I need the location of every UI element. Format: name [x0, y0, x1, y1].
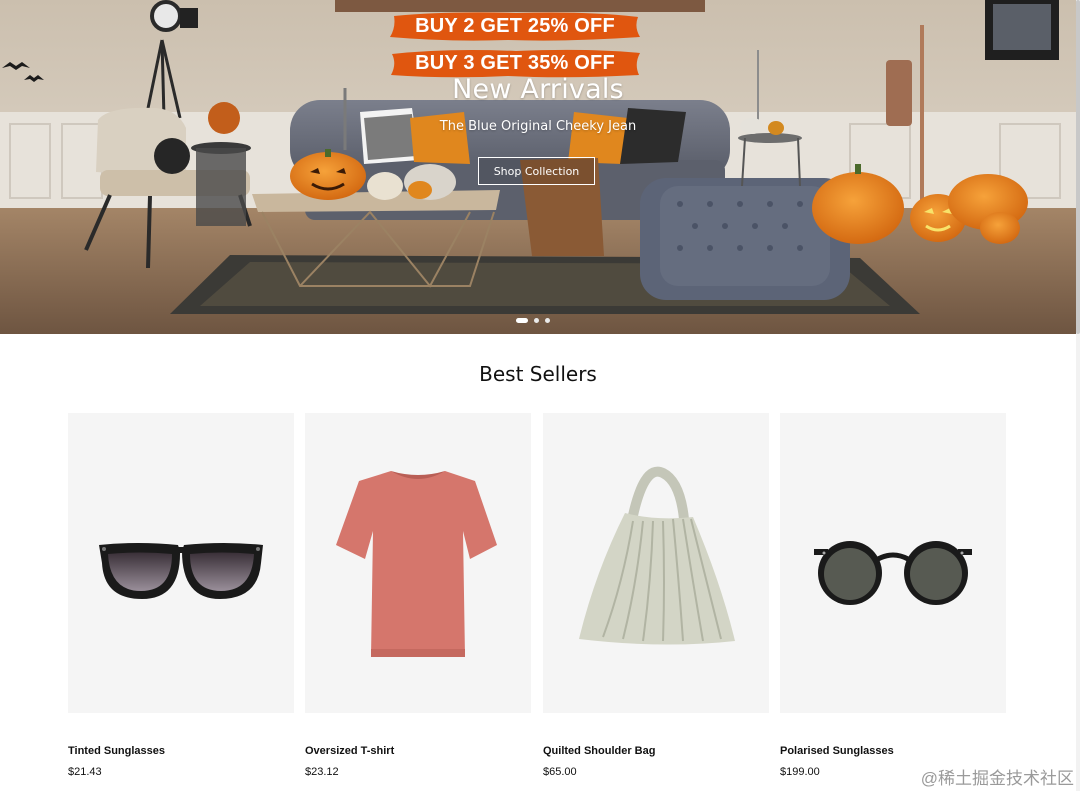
product-image-frame[interactable] — [305, 413, 531, 713]
product-image-frame[interactable] — [543, 413, 769, 713]
product-name[interactable]: Oversized T-shirt — [305, 745, 531, 757]
pink-tshirt-image — [336, 471, 497, 657]
product-card[interactable]: Oversized T-shirt $23.12 — [305, 413, 531, 778]
product-card[interactable]: Tinted Sunglasses $21.43 — [68, 413, 294, 778]
tinted-sunglasses-image — [99, 543, 263, 599]
page-scrollbar[interactable] — [1076, 0, 1080, 791]
promo-banner-buy-2: BUY 2 GET 25% OFF — [388, 10, 642, 42]
promo-text: BUY 2 GET 25% OFF — [415, 14, 615, 37]
product-price: $21.43 — [68, 766, 102, 778]
carousel-dot-2[interactable] — [534, 318, 539, 323]
hero-banner: BUY 2 GET 25% OFF BUY 3 GET 35% OFF New … — [0, 0, 1076, 334]
product-card[interactable]: Quilted Shoulder Bag $65.00 — [543, 413, 769, 778]
product-image-frame[interactable] — [68, 413, 294, 713]
product-name[interactable]: Tinted Sunglasses — [68, 745, 294, 757]
quilted-bag-image — [579, 466, 735, 645]
shop-collection-button[interactable]: Shop Collection — [478, 157, 595, 185]
product-image-frame[interactable] — [780, 413, 1006, 713]
product-card[interactable]: Polarised Sunglasses $199.00 — [780, 413, 1006, 778]
product-price: $65.00 — [543, 766, 577, 778]
carousel-dot-3[interactable] — [545, 318, 550, 323]
hero-title: New Arrivals — [452, 74, 624, 105]
product-name[interactable]: Polarised Sunglasses — [780, 745, 1006, 757]
promo-text: BUY 3 GET 35% OFF — [415, 51, 615, 74]
carousel-pagination — [516, 318, 550, 323]
product-name[interactable]: Quilted Shoulder Bag — [543, 745, 769, 757]
promo-banner-buy-3: BUY 3 GET 35% OFF — [388, 47, 642, 79]
polarised-sunglasses-image — [814, 541, 972, 605]
carousel-dot-1[interactable] — [516, 318, 528, 323]
hero-subtitle: The Blue Original Cheeky Jean — [439, 119, 637, 134]
product-price: $23.12 — [305, 766, 339, 778]
best-sellers-heading: Best Sellers — [479, 362, 597, 386]
scrollbar-thumb[interactable] — [1076, 0, 1080, 334]
watermark-text: @稀土掘金技术社区 — [920, 769, 1074, 788]
